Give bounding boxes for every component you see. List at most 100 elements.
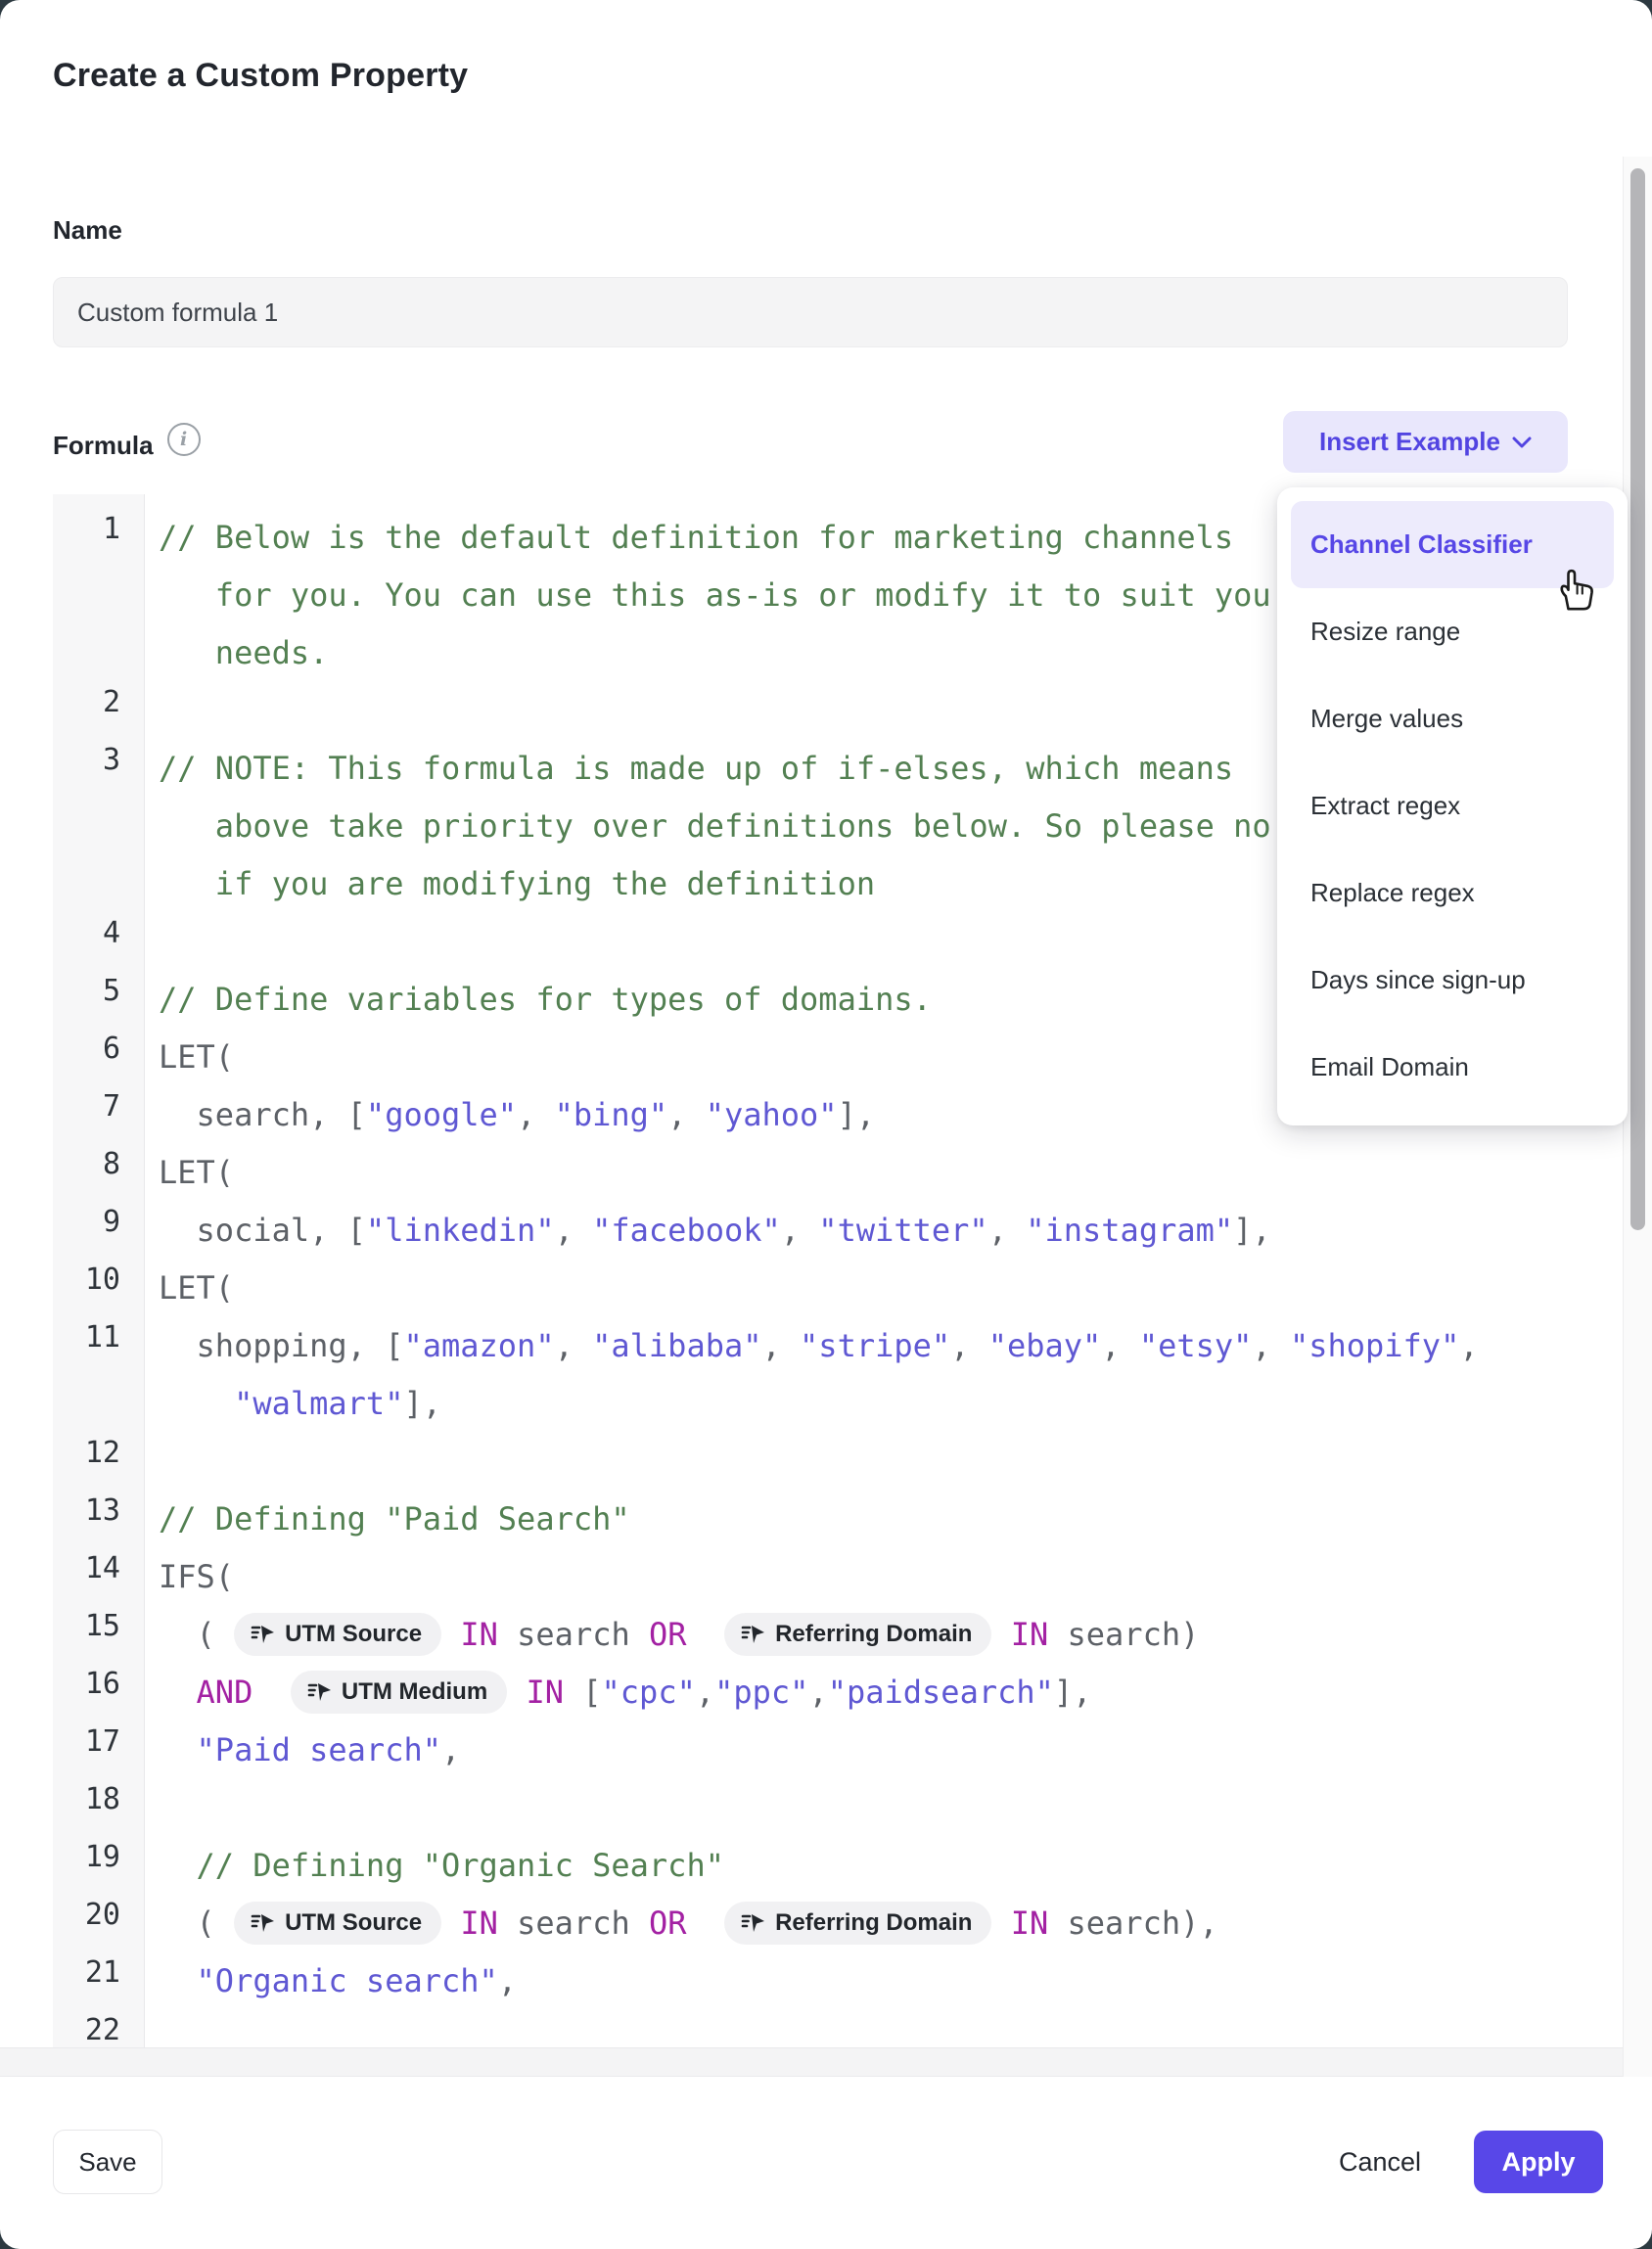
name-input[interactable] — [53, 277, 1568, 347]
field-chip-label: UTM Source — [285, 1621, 422, 1648]
save-button[interactable]: Save — [53, 2130, 162, 2194]
code-string: "alibaba" — [592, 1327, 761, 1364]
code-line[interactable]: ( UTM Source IN search OR Referring Doma… — [159, 1894, 1593, 1951]
cancel-button[interactable]: Cancel — [1311, 2130, 1448, 2194]
code-text: , — [517, 1096, 555, 1133]
code-keyword: IN — [460, 1905, 498, 1942]
code-string: "linkedin" — [366, 1212, 555, 1249]
code-comment: // Defining "Organic Search" — [159, 1847, 724, 1884]
line-number: 2 — [53, 681, 144, 739]
line-number: 13 — [53, 1490, 144, 1547]
code-text: LET( — [159, 1038, 234, 1076]
line-number: 3 — [53, 739, 144, 797]
line-number — [53, 566, 144, 623]
code-line[interactable]: ( UTM Source IN search OR Referring Doma… — [159, 1605, 1593, 1663]
code-text: search, [ — [159, 1096, 366, 1133]
code-line[interactable] — [159, 1778, 1593, 1836]
vertical-scrollbar-track[interactable] — [1623, 157, 1652, 2077]
code-text: ], — [403, 1385, 441, 1422]
code-string: "stripe" — [800, 1327, 950, 1364]
code-line[interactable]: shopping, ["amazon", "alibaba", "stripe"… — [159, 1316, 1593, 1374]
line-number — [53, 1374, 144, 1432]
line-number — [53, 854, 144, 912]
code-text: , — [498, 1962, 517, 1999]
line-number: 20 — [53, 1894, 144, 1951]
line-number-gutter: 12345678910111213141516171819202122 — [53, 494, 145, 2049]
chevron-down-icon — [1512, 436, 1532, 448]
code-keyword: OR — [649, 1616, 687, 1653]
code-line[interactable]: social, ["linkedin", "facebook", "twitte… — [159, 1201, 1593, 1259]
line-number: 10 — [53, 1259, 144, 1316]
code-string: "shopify" — [1290, 1327, 1459, 1364]
field-chip[interactable]: Referring Domain — [724, 1613, 991, 1656]
code-string: "paidsearch" — [828, 1674, 1054, 1711]
line-number: 1 — [53, 508, 144, 566]
code-line[interactable]: // Defining "Paid Search" — [159, 1490, 1593, 1547]
code-text: social, [ — [159, 1212, 366, 1249]
insert-example-button[interactable]: Insert Example — [1283, 411, 1568, 473]
field-chip-label: UTM Source — [285, 1909, 422, 1937]
code-comment: // Defining "Paid Search" — [159, 1500, 630, 1538]
menu-item-extract-regex[interactable]: Extract regex — [1291, 762, 1614, 849]
code-string: "google" — [366, 1096, 517, 1133]
code-text: IFS( — [159, 1558, 234, 1595]
code-string: "ebay" — [988, 1327, 1102, 1364]
code-text — [991, 1905, 1010, 1942]
apply-button[interactable]: Apply — [1474, 2131, 1603, 2193]
line-number: 19 — [53, 1836, 144, 1894]
code-line[interactable]: LET( — [159, 1259, 1593, 1316]
line-number: 11 — [53, 1316, 144, 1374]
line-number: 22 — [53, 2009, 144, 2049]
menu-item-replace-regex[interactable]: Replace regex — [1291, 849, 1614, 937]
code-line[interactable]: "Paid search", — [159, 1721, 1593, 1778]
field-chip-icon — [250, 1910, 275, 1936]
code-line[interactable]: "walmart"], — [159, 1374, 1593, 1432]
cursor-pointer-icon — [1552, 566, 1597, 617]
menu-item-email-domain[interactable]: Email Domain — [1291, 1024, 1614, 1111]
code-text — [252, 1674, 291, 1711]
code-line[interactable]: IFS( — [159, 1547, 1593, 1605]
menu-item-merge-values[interactable]: Merge values — [1291, 675, 1614, 762]
code-line[interactable]: AND UTM Medium IN ["cpc","ppc","paidsear… — [159, 1663, 1593, 1721]
code-text: [ — [564, 1674, 602, 1711]
menu-item-days-since-sign-up[interactable]: Days since sign-up — [1291, 937, 1614, 1024]
info-icon[interactable]: i — [167, 423, 201, 456]
field-chip-label: Referring Domain — [775, 1621, 972, 1648]
code-string: "instagram" — [1026, 1212, 1233, 1249]
vertical-scrollbar-thumb[interactable] — [1630, 168, 1645, 1230]
code-string: "twitter" — [818, 1212, 987, 1249]
field-chip[interactable]: UTM Source — [234, 1902, 441, 1945]
code-text: search) — [1048, 1616, 1199, 1653]
code-line[interactable]: "Organic search", — [159, 1951, 1593, 2009]
code-string: "ppc" — [714, 1674, 808, 1711]
code-text: shopping, [ — [159, 1327, 403, 1364]
field-chip[interactable]: UTM Source — [234, 1613, 441, 1656]
code-string: "bing" — [555, 1096, 668, 1133]
code-string: "cpc" — [602, 1674, 696, 1711]
code-text — [687, 1905, 725, 1942]
code-text: search — [498, 1905, 649, 1942]
code-text: , — [988, 1212, 1027, 1249]
code-comment: if you are modifying the definition — [159, 865, 875, 902]
code-text: , — [667, 1096, 706, 1133]
line-number: 6 — [53, 1028, 144, 1085]
code-string: "facebook" — [592, 1212, 781, 1249]
code-text — [159, 1385, 234, 1422]
code-text — [159, 1674, 197, 1711]
code-text: , — [696, 1674, 714, 1711]
field-chip[interactable]: UTM Medium — [291, 1671, 507, 1714]
code-comment: for you. You can use this as-is or modif… — [159, 576, 1271, 614]
code-line[interactable] — [159, 1432, 1593, 1490]
code-string: "Paid search" — [197, 1731, 441, 1768]
code-line[interactable] — [159, 2009, 1593, 2049]
field-chip-icon — [250, 1622, 275, 1647]
code-line[interactable]: LET( — [159, 1143, 1593, 1201]
code-text: ], — [1233, 1212, 1271, 1249]
code-comment: above take priority over definitions bel… — [159, 807, 1271, 845]
code-keyword: IN — [460, 1616, 498, 1653]
field-chip-label: Referring Domain — [775, 1909, 972, 1937]
horizontal-scrollbar-track[interactable] — [0, 2047, 1652, 2077]
line-number: 12 — [53, 1432, 144, 1490]
code-line[interactable]: // Defining "Organic Search" — [159, 1836, 1593, 1894]
field-chip[interactable]: Referring Domain — [724, 1902, 991, 1945]
